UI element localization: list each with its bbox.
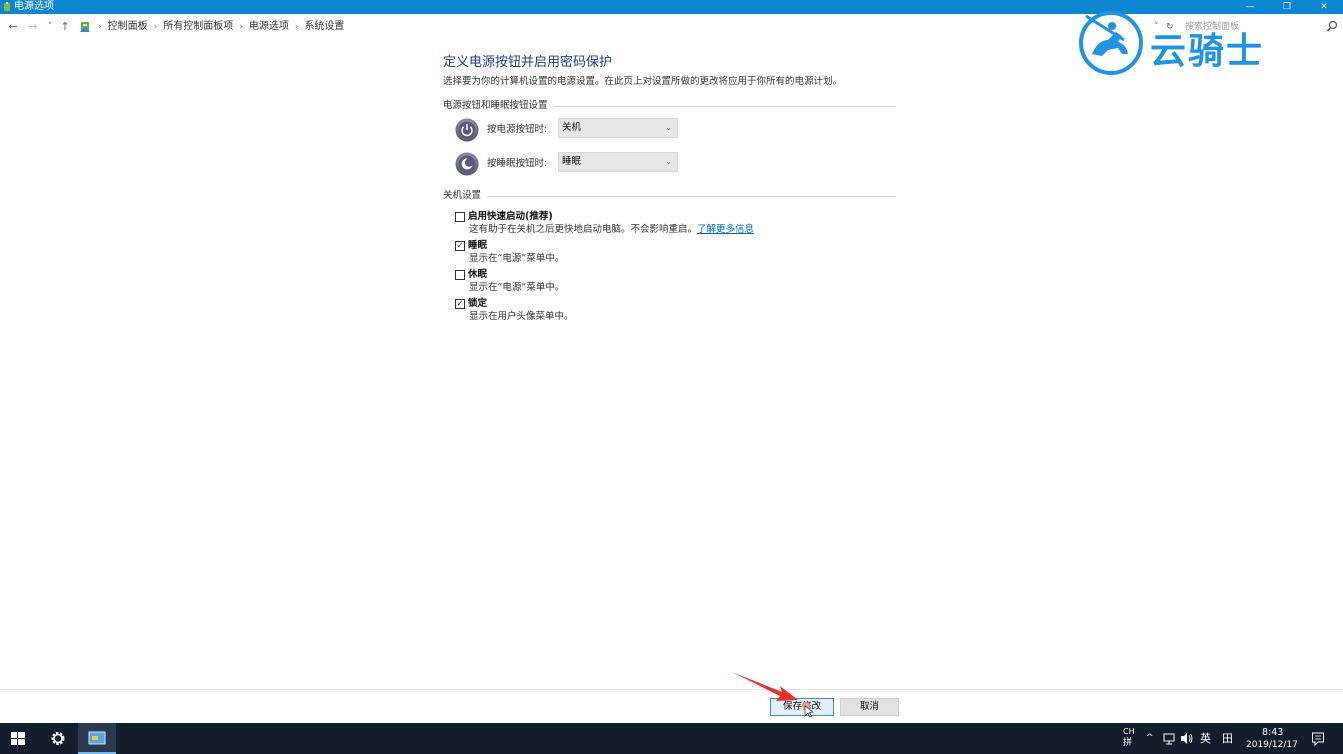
forward-arrow-icon[interactable]: → bbox=[26, 20, 40, 34]
power-options-app-icon bbox=[4, 2, 10, 11]
fast-startup-description: 这有助于在关机之后更快地启动电脑。不会影响重启。了解更多信息 bbox=[469, 223, 754, 236]
search-icon[interactable] bbox=[1326, 20, 1338, 34]
sleep-label[interactable]: 睡眠 bbox=[468, 239, 487, 252]
yunqishi-watermark: 云骑士 bbox=[1078, 10, 1308, 80]
sleep-option: ✓ 睡眠 显示在“电源”菜单中。 bbox=[443, 238, 903, 267]
taskbar-control-panel-app[interactable] bbox=[78, 723, 116, 754]
ime-mode-bottom[interactable]: 拼 bbox=[1123, 738, 1132, 749]
action-bar-divider bbox=[0, 689, 1343, 690]
fast-startup-label[interactable]: 启用快速启动(推荐) bbox=[468, 210, 553, 223]
action-center-icon[interactable] bbox=[1311, 723, 1325, 754]
lock-label[interactable]: 锁定 bbox=[468, 297, 487, 310]
up-arrow-icon[interactable]: ↑ bbox=[58, 20, 72, 34]
ime-grid-icon[interactable]: 田 bbox=[1222, 732, 1233, 745]
section-divider bbox=[487, 196, 896, 197]
control-panel-window-icon bbox=[88, 731, 106, 745]
red-annotation-arrow bbox=[732, 672, 814, 718]
network-icon[interactable] bbox=[1162, 723, 1177, 754]
recent-locations-icon[interactable]: ˅ bbox=[43, 20, 57, 34]
cancel-button[interactable]: 取消 bbox=[840, 698, 899, 716]
buttons-section-header: 电源按钮和睡眠按钮设置 bbox=[443, 99, 903, 113]
power-button-action-value: 关机 bbox=[562, 122, 582, 133]
power-button-setting: 按电源按钮时: 关机 ⌄ bbox=[443, 113, 903, 147]
chevron-down-icon: ⌄ bbox=[665, 123, 672, 132]
sleep-checkbox[interactable]: ✓ bbox=[455, 241, 465, 251]
breadcrumb-separator: › bbox=[294, 22, 299, 32]
breadcrumb-all-items[interactable]: 所有控制面板项 bbox=[163, 20, 233, 34]
ime-mode-top[interactable]: CH bbox=[1123, 726, 1135, 737]
learn-more-link[interactable]: 了解更多信息 bbox=[697, 224, 754, 235]
chevron-down-icon: ⌄ bbox=[665, 157, 672, 166]
back-arrow-icon[interactable]: ← bbox=[6, 20, 20, 34]
sleep-description: 显示在“电源”菜单中。 bbox=[469, 253, 565, 264]
power-button-icon bbox=[455, 118, 479, 142]
fast-startup-option: 启用快速启动(推荐) 这有助于在关机之后更快地启动电脑。不会影响重启。了解更多信… bbox=[443, 209, 903, 238]
sleep-button-icon bbox=[455, 152, 479, 176]
clock-time[interactable]: 8:43 bbox=[1262, 727, 1283, 738]
taskbar: CH 拼 ^ 英 田 8:43 2019/12/17 bbox=[0, 723, 1343, 754]
settings-gear-icon[interactable] bbox=[49, 723, 67, 754]
sleep-button-label: 按睡眠按钮时: bbox=[487, 158, 548, 169]
hibernate-description: 显示在“电源”菜单中。 bbox=[469, 282, 565, 293]
hibernate-checkbox[interactable] bbox=[455, 270, 465, 280]
shutdown-section-title: 关机设置 bbox=[443, 190, 482, 201]
shutdown-section-header: 关机设置 bbox=[443, 189, 903, 203]
windows-start-icon[interactable] bbox=[10, 723, 26, 754]
control-panel-icon bbox=[80, 22, 90, 32]
hibernate-option: 休眠 显示在“电源”菜单中。 bbox=[443, 267, 903, 296]
section-divider bbox=[553, 106, 896, 107]
clock-date[interactable]: 2019/12/17 bbox=[1246, 740, 1298, 751]
tray-chevron-icon[interactable]: ^ bbox=[1146, 733, 1154, 744]
sleep-button-action-value: 睡眠 bbox=[562, 156, 582, 167]
breadcrumb-separator: › bbox=[239, 22, 243, 32]
window-title: 电源选项 bbox=[14, 1, 54, 12]
watermark-text: 云骑士 bbox=[1150, 31, 1265, 72]
close-button[interactable]: ✕ bbox=[1306, 0, 1342, 14]
page-title: 定义电源按钮并启用密码保护 bbox=[443, 55, 613, 70]
shutdown-options-list: 启用快速启动(推荐) 这有助于在关机之后更快地启动电脑。不会影响重启。了解更多信… bbox=[443, 209, 903, 325]
fast-startup-checkbox[interactable] bbox=[455, 212, 465, 222]
buttons-section-title: 电源按钮和睡眠按钮设置 bbox=[443, 100, 548, 111]
sleep-button-action-select[interactable]: 睡眠 ⌄ bbox=[558, 152, 678, 172]
lock-description: 显示在用户头像菜单中。 bbox=[469, 311, 574, 322]
page-description: 选择要为你的计算机设置的电源设置。在此页上对设置所做的更改将应用于你所有的电源计… bbox=[443, 76, 843, 87]
lock-option: ✓ 锁定 显示在用户头像菜单中。 bbox=[443, 296, 903, 325]
breadcrumb: › 控制面板 › 所有控制面板项 › 电源选项 › 系统设置 bbox=[78, 20, 344, 34]
breadcrumb-separator: › bbox=[153, 22, 158, 32]
sleep-button-setting: 按睡眠按钮时: 睡眠 ⌄ bbox=[443, 147, 903, 181]
power-button-action-select[interactable]: 关机 ⌄ bbox=[558, 118, 678, 138]
main-content: 定义电源按钮并启用密码保护 选择要为你的计算机设置的电源设置。在此页上对设置所做… bbox=[443, 54, 903, 325]
lock-checkbox[interactable]: ✓ bbox=[455, 299, 465, 309]
volume-icon[interactable] bbox=[1180, 723, 1194, 754]
knight-logo-icon bbox=[1079, 11, 1143, 75]
breadcrumb-system-settings[interactable]: 系统设置 bbox=[304, 20, 344, 34]
breadcrumb-separator: › bbox=[98, 22, 102, 32]
breadcrumb-power-options[interactable]: 电源选项 bbox=[249, 20, 289, 34]
breadcrumb-control-panel[interactable]: 控制面板 bbox=[108, 20, 148, 34]
language-indicator[interactable]: 英 bbox=[1200, 732, 1211, 745]
fast-startup-description-text: 这有助于在关机之后更快地启动电脑。不会影响重启。 bbox=[469, 224, 698, 235]
power-button-label: 按电源按钮时: bbox=[487, 124, 548, 135]
hibernate-label[interactable]: 休眠 bbox=[468, 268, 487, 281]
